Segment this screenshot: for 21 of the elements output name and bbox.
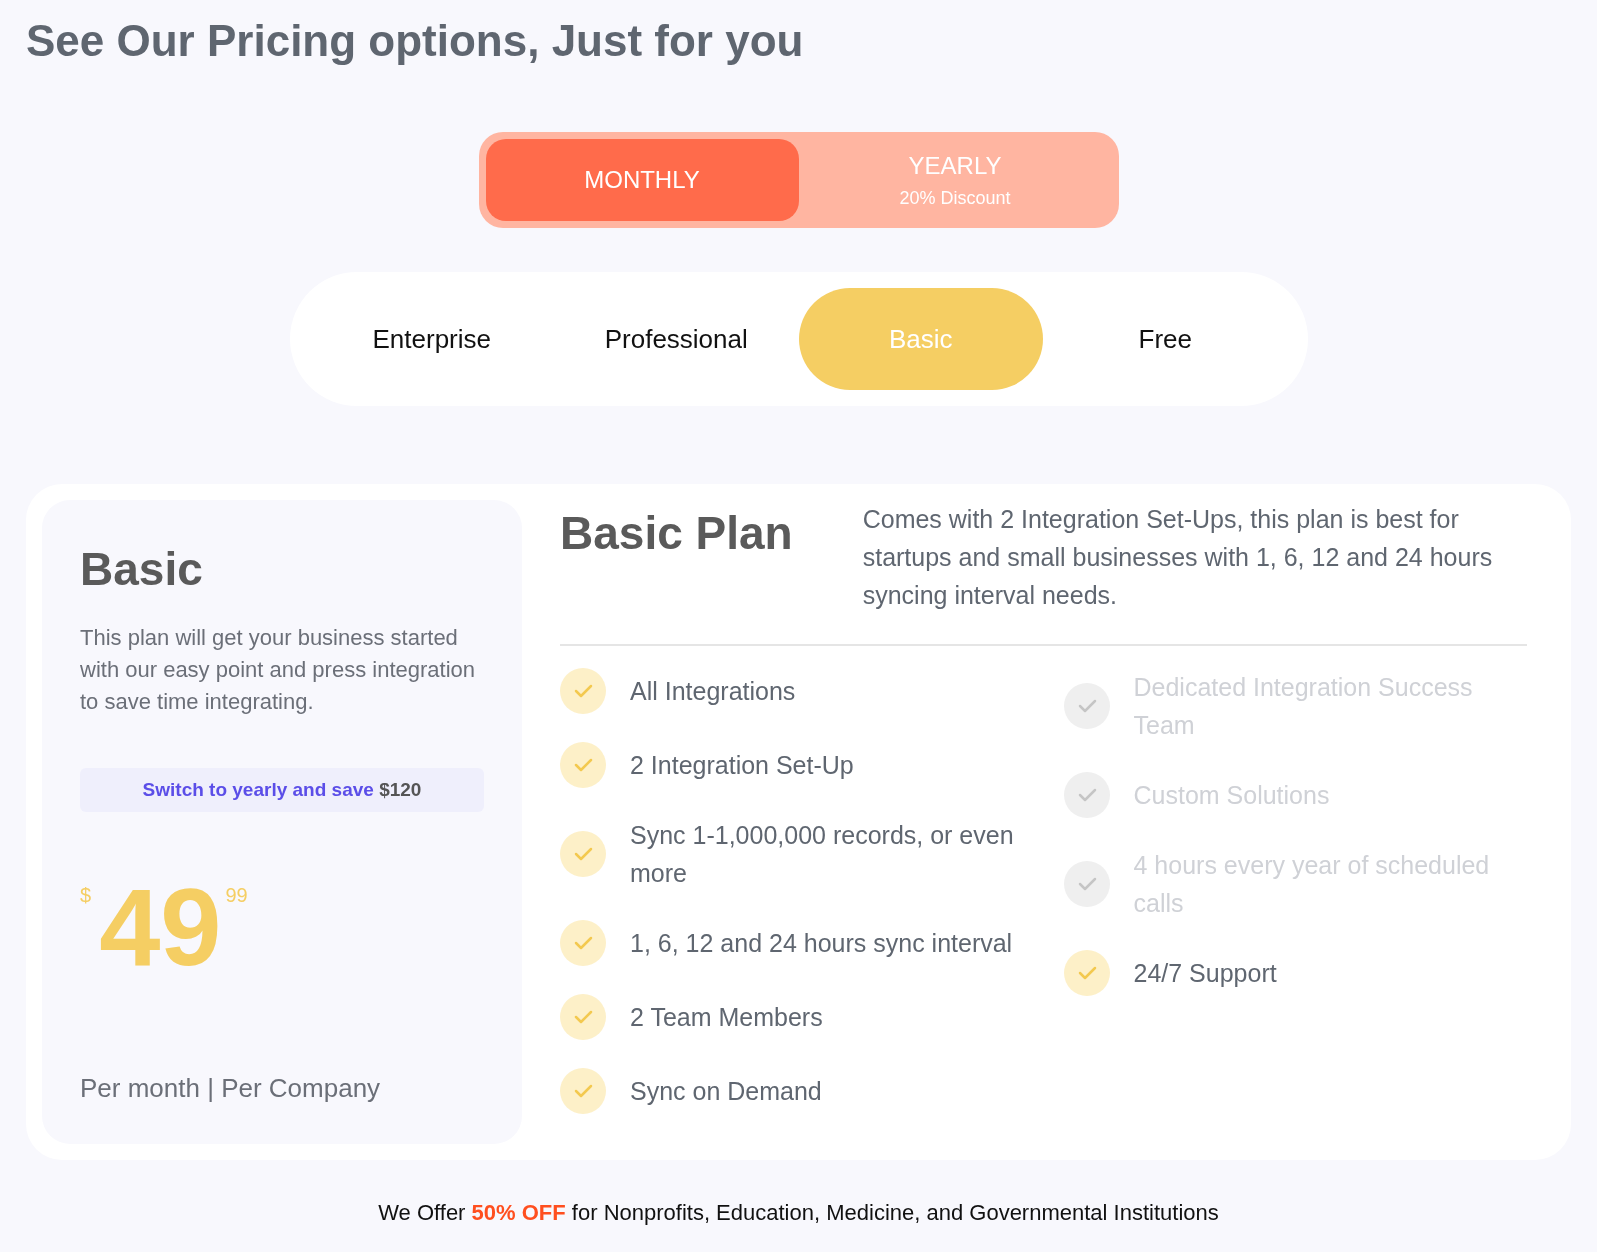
yearly-savings-note: Switch to yearly and save $120 <box>80 768 484 812</box>
plan-tab[interactable]: Professional <box>554 288 799 390</box>
price-cents: 99 <box>225 884 248 907</box>
plan-description: This plan will get your business started with our easy point and press integration to save time integrating. <box>80 624 476 716</box>
plan-tab[interactable]: Enterprise <box>309 288 554 390</box>
feature-label: 1, 6, 12 and 24 hours sync interval <box>630 928 1013 959</box>
feature-label: 24/7 Support <box>1133 958 1277 989</box>
currency-symbol: $ <box>80 884 92 907</box>
page-title: See Our Pricing options, Just for you <box>26 15 805 67</box>
feature-label: All Integrations <box>630 676 796 707</box>
price: 49 <box>99 872 222 982</box>
plan-heading: Basic Plan <box>560 506 793 561</box>
feature-label: Sync 1-1,000,000 records, or even more <box>630 820 1015 889</box>
plan-name: Basic <box>80 542 204 596</box>
plan-tab[interactable]: Free <box>1043 288 1288 390</box>
billing-period: Per month | Per Company <box>80 1073 382 1104</box>
discount-note: We Offer 50% OFF for Nonprofits, Education, Medicine, and Governmental Institutions <box>377 1200 1220 1226</box>
feature-label: 2 Team Members <box>630 1002 823 1033</box>
feature-label: Sync on Demand <box>630 1076 822 1107</box>
plan-details-description: Comes with 2 Integration Set-Ups, this plan is best for startups and small businesses with 1, 6, 12 and 24 hours syncing interval needs. <box>862 504 1494 611</box>
feature-label: 2 Integration Set-Up <box>630 750 854 781</box>
